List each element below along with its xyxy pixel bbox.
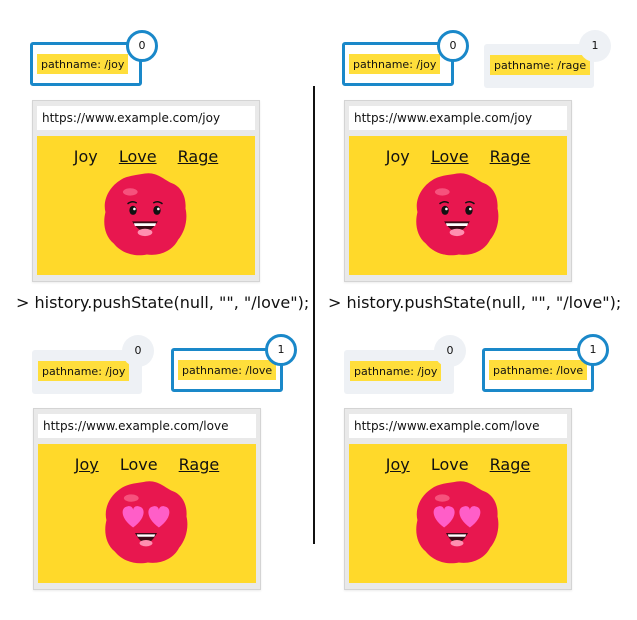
nav-rage-link[interactable]: Rage: [179, 455, 220, 474]
nav-bar: Joy Love Rage: [349, 455, 567, 474]
nav-bar: Joy Love Rage: [38, 455, 256, 474]
nav-joy: Joy: [385, 147, 410, 166]
pathname-label: pathname: /joy: [350, 361, 442, 381]
address-bar[interactable]: https://www.example.com/love: [38, 414, 256, 438]
love-blob-icon: [105, 481, 188, 564]
nav-joy-link[interactable]: Joy: [75, 455, 99, 474]
page-viewport: Joy Love Rage: [37, 136, 255, 275]
nav-love: Love: [430, 455, 469, 474]
pathname-label: pathname: /joy: [37, 54, 129, 74]
nav-bar: Joy Love Rage: [37, 147, 255, 166]
nav-joy-link[interactable]: Joy: [386, 455, 410, 474]
joy-blob-icon: [416, 173, 499, 256]
history-index-badge: 1: [577, 334, 609, 366]
history-entry-1: pathname: /rage: [484, 44, 594, 88]
history-index-badge: 0: [437, 30, 469, 62]
address-bar[interactable]: https://www.example.com/joy: [349, 106, 567, 130]
history-index-badge: 0: [434, 335, 466, 367]
command-right: > history.pushState(null, "", "/love");: [328, 293, 622, 312]
pathname-label: pathname: /rage: [490, 55, 591, 75]
browser-window: https://www.example.com/joy Joy Love Rag…: [344, 100, 572, 282]
browser-window: https://www.example.com/love Joy Love Ra…: [33, 408, 261, 590]
history-index-badge: 0: [126, 30, 158, 62]
pathname-label: pathname: /love: [489, 360, 588, 380]
pathname-label: pathname: /joy: [38, 361, 130, 381]
nav-rage-link[interactable]: Rage: [490, 147, 531, 166]
nav-rage-link[interactable]: Rage: [490, 455, 531, 474]
page-viewport: Joy Love Rage: [38, 444, 256, 583]
history-entry-0: pathname: /joy: [30, 42, 142, 86]
history-index-badge: 0: [122, 335, 154, 367]
joy-blob-icon: [104, 173, 187, 256]
browser-window: https://www.example.com/joy Joy Love Rag…: [32, 100, 260, 282]
divider-line: [313, 86, 315, 544]
nav-bar: Joy Love Rage: [349, 147, 567, 166]
address-bar[interactable]: https://www.example.com/joy: [37, 106, 255, 130]
nav-love-link[interactable]: Love: [119, 147, 157, 166]
nav-love: Love: [119, 455, 158, 474]
command-left: > history.pushState(null, "", "/love");: [16, 293, 310, 312]
history-index-badge: 1: [579, 30, 611, 62]
history-index-badge: 1: [265, 334, 297, 366]
nav-love-link[interactable]: Love: [431, 147, 469, 166]
nav-rage-link[interactable]: Rage: [178, 147, 219, 166]
love-blob-icon: [416, 481, 499, 564]
pathname-label: pathname: /love: [178, 360, 277, 380]
nav-joy: Joy: [73, 147, 98, 166]
pathname-label: pathname: /joy: [349, 54, 441, 74]
browser-window: https://www.example.com/love Joy Love Ra…: [344, 408, 572, 590]
page-viewport: Joy Love Rage: [349, 136, 567, 275]
page-viewport: Joy Love Rage: [349, 444, 567, 583]
address-bar[interactable]: https://www.example.com/love: [349, 414, 567, 438]
